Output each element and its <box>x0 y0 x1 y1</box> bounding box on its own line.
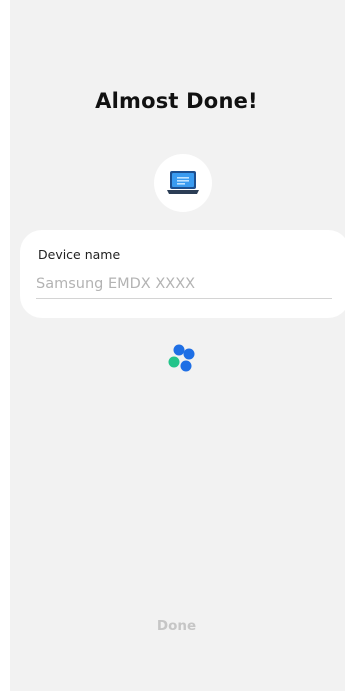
device-avatar <box>154 154 212 212</box>
device-name-label: Device name <box>38 247 121 262</box>
done-button[interactable]: Done <box>0 618 353 634</box>
loading-spinner-icon <box>168 344 195 372</box>
page-title: Almost Done! <box>95 89 258 113</box>
device-name-input[interactable] <box>36 272 332 299</box>
device-name-card: Device name <box>20 230 350 318</box>
laptop-icon <box>167 171 199 194</box>
